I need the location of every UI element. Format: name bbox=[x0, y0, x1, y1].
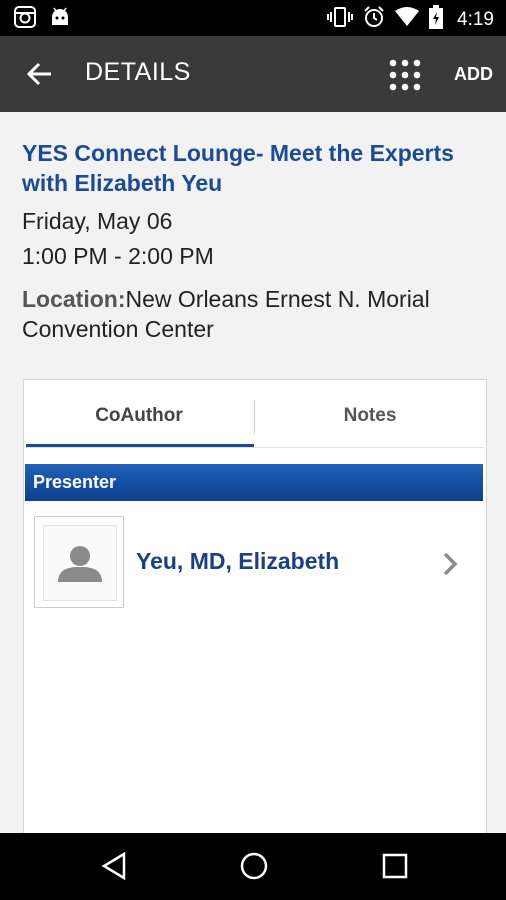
session-title: YES Connect Lounge- Meet the Experts wit… bbox=[22, 140, 454, 196]
alarm-icon bbox=[363, 6, 385, 33]
tabs-bottom-line bbox=[26, 447, 484, 448]
recents-square-icon[interactable] bbox=[381, 851, 409, 886]
session-time: 1:00 PM - 2:00 PM bbox=[22, 243, 214, 269]
wifi-icon bbox=[395, 7, 420, 32]
details-content: YES Connect Lounge- Meet the Experts wit… bbox=[0, 112, 506, 840]
location-label: Location: bbox=[22, 286, 126, 312]
back-triangle-icon[interactable] bbox=[100, 851, 128, 886]
home-circle-icon[interactable] bbox=[239, 851, 269, 886]
tab-selected-indicator bbox=[26, 444, 254, 447]
tab-notes[interactable]: Notes bbox=[255, 380, 485, 450]
add-button[interactable]: ADD bbox=[454, 64, 493, 85]
session-date: Friday, May 06 bbox=[22, 208, 173, 234]
session-location: Location:New Orleans Ernest N. Morial Co… bbox=[22, 284, 492, 344]
app-bar: DETAILS ADD bbox=[0, 36, 506, 112]
chevron-right-icon bbox=[440, 550, 460, 578]
person-placeholder-icon bbox=[58, 546, 102, 582]
status-bar: 4:19 bbox=[0, 0, 506, 36]
grid-menu-icon[interactable] bbox=[388, 58, 422, 92]
back-arrow-icon[interactable] bbox=[24, 58, 56, 90]
vibrate-icon bbox=[327, 6, 354, 33]
tab-coauthor[interactable]: CoAuthor bbox=[24, 380, 254, 450]
status-time: 4:19 bbox=[457, 8, 494, 30]
presenter-name: Yeu, MD, Elizabeth bbox=[136, 548, 340, 574]
tab-bar: CoAuthor Notes bbox=[24, 380, 486, 450]
details-card: CoAuthor Notes Presenter Yeu, MD, Elizab… bbox=[23, 379, 487, 840]
avatar bbox=[34, 516, 124, 608]
battery-icon bbox=[429, 5, 444, 34]
system-nav-bar bbox=[0, 833, 506, 900]
page-title: DETAILS bbox=[85, 58, 191, 86]
presenter-list-item[interactable]: Yeu, MD, Elizabeth bbox=[24, 510, 486, 610]
section-header-presenter: Presenter bbox=[25, 464, 483, 501]
instagram-icon bbox=[14, 6, 36, 33]
android-icon bbox=[50, 7, 70, 32]
